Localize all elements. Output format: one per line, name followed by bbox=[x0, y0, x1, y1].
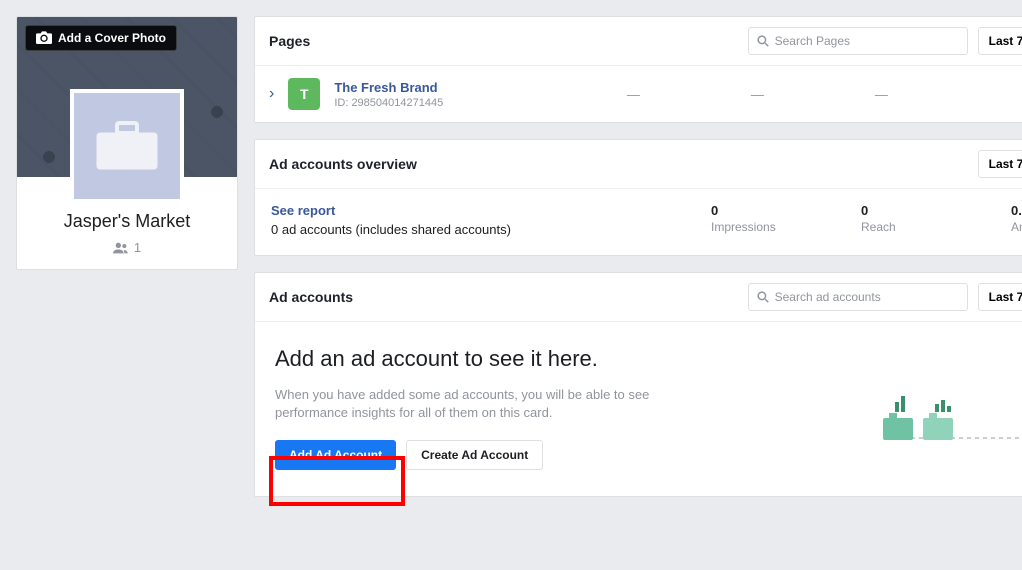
profile-name: Jasper's Market bbox=[25, 211, 229, 232]
pages-title: Pages bbox=[269, 33, 738, 49]
chevron-right-icon[interactable]: › bbox=[269, 85, 274, 103]
people-icon bbox=[113, 242, 129, 254]
stat-amount-spent: 0.00 Amount spent bbox=[1011, 203, 1022, 234]
camera-icon bbox=[36, 31, 52, 45]
page-badge: T bbox=[288, 78, 320, 110]
cover-area: Add a Cover Photo bbox=[17, 17, 237, 177]
profile-card: Add a Cover Photo Jasper's Market 1 bbox=[16, 16, 238, 270]
accounts-search-input[interactable] bbox=[775, 290, 959, 304]
empty-state-body: When you have added some ad accounts, yo… bbox=[275, 386, 695, 422]
see-report-link[interactable]: See report bbox=[271, 203, 335, 218]
accounts-search[interactable] bbox=[748, 283, 968, 311]
pages-search-input[interactable] bbox=[775, 34, 959, 48]
member-count: 1 bbox=[25, 240, 229, 255]
pages-search[interactable] bbox=[748, 27, 968, 55]
overview-subtitle: 0 ad accounts (includes shared accounts) bbox=[271, 222, 651, 237]
accounts-title: Ad accounts bbox=[269, 289, 738, 305]
create-ad-account-button[interactable]: Create Ad Account bbox=[406, 440, 543, 470]
search-icon bbox=[757, 291, 769, 303]
ad-accounts-overview-card: Ad accounts overview Last 7 days i See r… bbox=[254, 139, 1022, 256]
stat-reach: 0 Reach bbox=[861, 203, 951, 234]
page-metric-2: — bbox=[702, 87, 812, 102]
overview-range-button[interactable]: Last 7 days bbox=[978, 150, 1022, 178]
briefcase-icon bbox=[95, 121, 159, 171]
pages-range-button[interactable]: Last 7 days bbox=[978, 27, 1022, 55]
ad-accounts-card: Ad accounts Last 7 days i Add an ad acco… bbox=[254, 272, 1022, 497]
pages-card: Pages Last 7 days i › T The Fresh Brand … bbox=[254, 16, 1022, 123]
page-row: › T The Fresh Brand ID: 298504014271445 … bbox=[255, 66, 1022, 122]
accounts-range-button[interactable]: Last 7 days bbox=[978, 283, 1022, 311]
overview-title: Ad accounts overview bbox=[269, 156, 968, 172]
illustration-buildings bbox=[877, 388, 1022, 478]
page-metric-3: — bbox=[826, 87, 936, 102]
search-icon bbox=[757, 35, 769, 47]
avatar[interactable] bbox=[70, 89, 184, 203]
page-id: ID: 298504014271445 bbox=[334, 97, 564, 109]
stat-impressions: 0 Impressions bbox=[711, 203, 801, 234]
page-name-link[interactable]: The Fresh Brand bbox=[334, 80, 564, 95]
add-cover-photo-button[interactable]: Add a Cover Photo bbox=[25, 25, 177, 51]
empty-state-title: Add an ad account to see it here. bbox=[275, 346, 1022, 372]
add-cover-label: Add a Cover Photo bbox=[58, 31, 166, 45]
page-metric-1: — bbox=[578, 87, 688, 102]
add-ad-account-button[interactable]: Add Ad Account bbox=[275, 440, 396, 470]
